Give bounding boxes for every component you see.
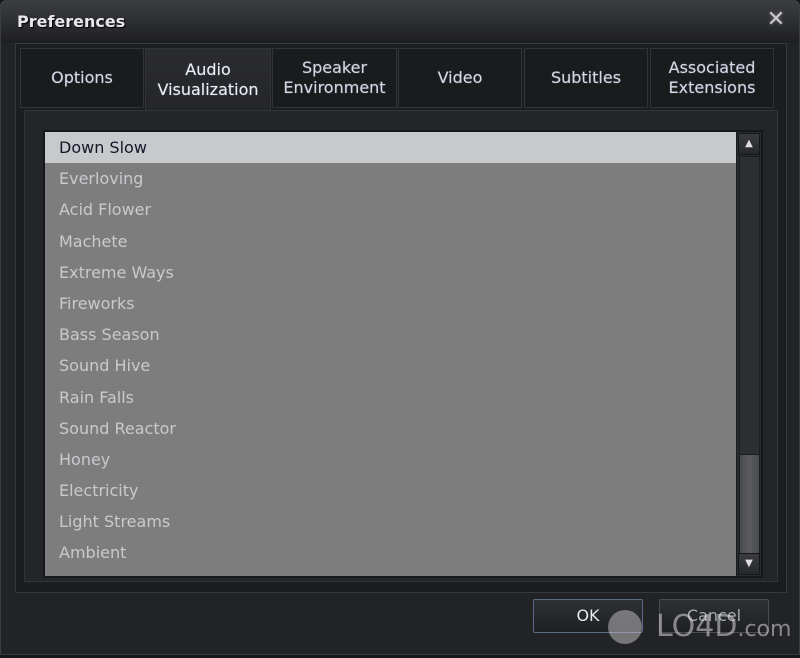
cancel-button[interactable]: Cancel [659, 599, 769, 633]
list-item[interactable]: Bass Season [45, 319, 737, 350]
arrow-up-icon: ▲ [745, 138, 753, 149]
tab-options[interactable]: Options [20, 48, 144, 108]
list-item[interactable]: Light Streams [45, 506, 737, 537]
list-item[interactable]: Acid Flower [45, 194, 737, 225]
list-item[interactable]: Honey [45, 444, 737, 475]
tab-audio-visualization[interactable]: Audio Visualization [145, 48, 271, 111]
tab-label: Environment [283, 78, 386, 97]
tab-label: Visualization [157, 80, 259, 99]
list-item[interactable]: Ambient [45, 537, 737, 568]
list-item[interactable]: Sound Reactor [45, 413, 737, 444]
scroll-up-button[interactable]: ▲ [738, 133, 760, 155]
tab-label: Extensions [668, 78, 756, 97]
visualization-listbox[interactable]: Down Slow Everloving Acid Flower Machete Ext… [43, 130, 763, 578]
tab-video[interactable]: Video [398, 48, 522, 108]
tab-speaker-environment[interactable]: Speaker Environment [272, 48, 397, 108]
ok-button[interactable]: OK [533, 599, 643, 633]
tab-label: Audio [185, 60, 231, 79]
list-item[interactable]: Down Slow [45, 132, 737, 164]
list-item[interactable]: Machete [45, 226, 737, 257]
title-bar[interactable]: Preferences ✕ [1, 1, 799, 43]
list-item[interactable]: Extreme Ways [45, 257, 737, 288]
close-icon[interactable]: ✕ [765, 9, 787, 31]
list-item[interactable]: Sound Hive [45, 350, 737, 381]
preferences-window: Preferences ✕ Options Audio Visualizatio… [0, 0, 800, 655]
scrollbar-thumb[interactable] [740, 454, 759, 554]
tab-label: Associated [668, 58, 756, 77]
scrollbar-track[interactable] [739, 156, 760, 554]
vertical-scrollbar[interactable]: ▲ ▼ [736, 132, 761, 576]
list-item[interactable]: Electricity [45, 475, 737, 506]
tab-label: Speaker [301, 58, 368, 77]
arrow-down-icon: ▼ [745, 558, 753, 569]
tab-label: Subtitles [550, 68, 622, 87]
list-item[interactable]: Rain Falls [45, 382, 737, 413]
visualization-list[interactable]: Down Slow Everloving Acid Flower Machete Ext… [45, 132, 737, 576]
tab-associated-extensions[interactable]: Associated Extensions [650, 48, 774, 108]
tabs-frame: Options Audio Visualization Speaker Envi… [15, 43, 787, 593]
list-item[interactable]: Fireworks [45, 288, 737, 319]
audio-visualization-panel: Down Slow Everloving Acid Flower Machete Ext… [24, 110, 778, 582]
window-title: Preferences [17, 12, 126, 31]
tab-label: Options [51, 68, 113, 87]
scroll-down-button[interactable]: ▼ [738, 553, 760, 575]
tab-label: Video [437, 68, 483, 87]
list-item[interactable]: Everloving [45, 163, 737, 194]
tab-subtitles[interactable]: Subtitles [524, 48, 648, 108]
